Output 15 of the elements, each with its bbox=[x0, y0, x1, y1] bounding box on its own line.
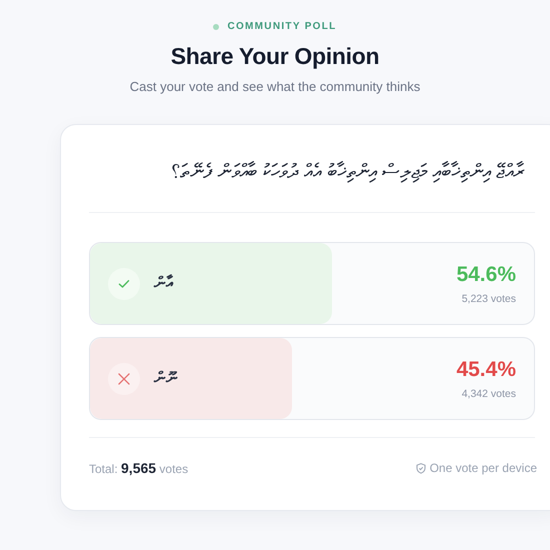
option-label: ނޫން bbox=[154, 369, 177, 388]
vote-count: 4,342 votes bbox=[462, 388, 516, 400]
vote-count: 5,223 votes bbox=[462, 292, 516, 304]
page-subtitle: Cast your vote and see what the community thinks bbox=[130, 79, 420, 94]
page-title: Share Your Opinion bbox=[170, 43, 380, 70]
check-icon bbox=[118, 278, 130, 288]
total-votes: Total: 9,565 votes bbox=[89, 460, 188, 476]
shield-icon bbox=[416, 462, 426, 474]
percentage: 54.6% bbox=[456, 262, 516, 286]
percentage: 45.4% bbox=[456, 358, 516, 382]
option-label: އާން bbox=[154, 274, 172, 293]
device-note: One vote per device bbox=[430, 461, 537, 475]
close-icon bbox=[118, 372, 130, 384]
poll-question: ރާއްޖޭ އިންތިޚާބާއި މަޖިލިސް އިންތިޚާބު އެއް ދުވަހަކު ބާއްވަން ފެނޭތަ؟ bbox=[170, 160, 526, 185]
section-label: COMMUNITY POLL bbox=[227, 21, 337, 32]
